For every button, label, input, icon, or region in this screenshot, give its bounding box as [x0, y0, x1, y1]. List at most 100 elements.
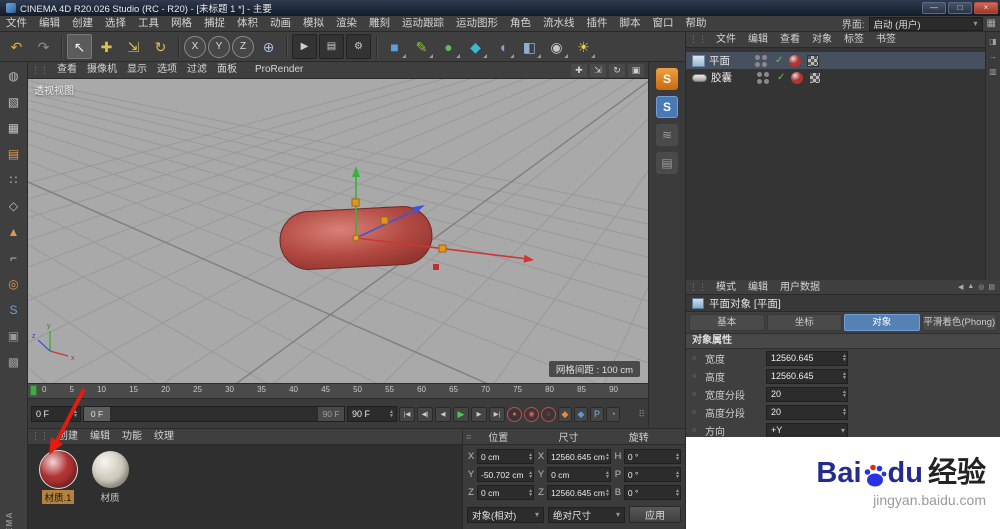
close-button[interactable]: × [974, 2, 998, 14]
gizmo-bank-handle[interactable] [433, 264, 439, 270]
object-menu-item[interactable]: 查看 [774, 32, 806, 47]
coordinate-input[interactable]: 0 ° ▲ ▼ [623, 485, 681, 500]
enable-check-icon[interactable]: ✓ [775, 55, 783, 66]
undo-button[interactable]: ↶ [4, 34, 29, 59]
menu-item[interactable]: 窗口 [647, 16, 680, 31]
dock-panel-icon[interactable]: ▤ [656, 152, 678, 174]
menu-item[interactable]: 体积 [231, 16, 264, 31]
add-spline-button[interactable]: ✎ [409, 34, 434, 59]
menu-item[interactable]: 选择 [99, 16, 132, 31]
current-frame-marker[interactable] [30, 385, 37, 396]
panel-options-icon[interactable]: ▤ [988, 283, 995, 291]
viewport-menu-item[interactable]: 过滤 [182, 62, 212, 78]
edges-mode-icon[interactable]: ◇ [2, 194, 26, 218]
texture-mode-icon[interactable]: ▦ [2, 116, 26, 140]
pan-view-icon[interactable]: ✚ [571, 63, 587, 77]
keyframe-pla-toggle[interactable]: ◔ [606, 406, 620, 422]
material-preview[interactable] [38, 450, 78, 489]
interface-dropdown[interactable]: 启动 (用户) ▾ [868, 16, 983, 31]
material-menu-item[interactable]: 编辑 [84, 429, 116, 444]
attribute-menu-item[interactable]: 用户数据 [774, 280, 826, 295]
toolbar-separator[interactable] [373, 34, 380, 59]
add-primitive-button[interactable]: ■ [382, 34, 407, 59]
zoom-view-icon[interactable]: ⇲ [590, 63, 606, 77]
menu-item[interactable]: 捕捉 [198, 16, 231, 31]
object-menu-item[interactable]: 书签 [870, 32, 902, 47]
gizmo-y-handle[interactable] [351, 198, 360, 207]
nav-up-icon[interactable]: ▲ [967, 283, 974, 291]
keyframe-circle-icon[interactable]: ○ [692, 355, 700, 362]
visibility-toggles[interactable] [757, 71, 769, 84]
menu-item[interactable]: 流水线 [537, 16, 581, 31]
end-frame-input[interactable]: 90 F ▲ ▼ [347, 406, 397, 422]
toolbar-separator[interactable] [175, 34, 182, 59]
minimize-button[interactable]: — [922, 2, 946, 14]
stepper-icon[interactable]: ▲ ▼ [842, 408, 847, 417]
coordinate-input[interactable]: 12560.645 cm ▲ ▼ [547, 449, 611, 464]
coordinate-input[interactable]: 0 cm ▲ ▼ [547, 467, 611, 482]
palette-grip[interactable]: ⠿ [638, 409, 645, 420]
gizmo-origin-handle[interactable] [352, 234, 360, 242]
object-row[interactable]: 平面 ✓ [686, 52, 1000, 69]
solo-mode-icon[interactable]: ◎ [2, 272, 26, 296]
coordinate-system-button[interactable]: ⊕ [256, 34, 281, 59]
material-tag-icon[interactable] [791, 71, 804, 84]
menu-item[interactable]: 脚本 [614, 16, 647, 31]
attribute-menu-item[interactable]: 编辑 [742, 280, 774, 295]
stepper-icon[interactable]: ▲ ▼ [605, 452, 610, 461]
play-button[interactable]: ▶ [453, 406, 469, 422]
view-label[interactable]: 透视视图 [34, 82, 74, 97]
dock-toggle-icon[interactable]: ◨ [988, 36, 999, 47]
panel-grip[interactable]: ⋮⋮ [28, 431, 52, 442]
object-menu-item[interactable]: 编辑 [742, 32, 774, 47]
panel-grip[interactable]: ⋮⋮ [28, 65, 52, 76]
menu-item[interactable]: 帮助 [680, 16, 713, 31]
object-menu-item[interactable]: 对象 [806, 32, 838, 47]
stepper-icon[interactable]: ▲ ▼ [842, 390, 847, 399]
coordinate-input[interactable]: 0 ° ▲ ▼ [623, 467, 681, 482]
workplane-mode-icon[interactable]: ▤ [2, 142, 26, 166]
keyframe-scale-toggle[interactable]: ◆ [574, 406, 588, 422]
object-menu-item[interactable]: 文件 [710, 32, 742, 47]
material-menu-item[interactable]: 创建 [52, 429, 84, 444]
stepper-icon[interactable]: ▲ ▼ [675, 452, 680, 461]
keyframe-parameter-toggle[interactable]: P [590, 406, 604, 422]
object-name[interactable]: 平面 [709, 53, 751, 68]
timeline-range-slider[interactable]: 0 F 90 F [83, 406, 345, 422]
polygons-mode-icon[interactable]: ▲ [2, 220, 26, 244]
toggle-view-icon[interactable]: ▣ [628, 63, 644, 77]
keyframe-circle-icon[interactable]: ○ [692, 373, 700, 380]
viewport-menu-item[interactable]: 查看 [52, 62, 82, 78]
material-menu-item[interactable]: 功能 [116, 429, 148, 444]
menu-item[interactable]: 渲染 [330, 16, 363, 31]
toolbar-separator[interactable] [283, 34, 290, 59]
menu-item[interactable]: 模拟 [297, 16, 330, 31]
material-item[interactable]: 材质 [88, 451, 132, 504]
attribute-tab[interactable]: 基本 [689, 314, 765, 331]
add-environment-button[interactable]: ◧ [517, 34, 542, 59]
coordinate-input[interactable]: 0 cm ▲ ▼ [477, 485, 535, 500]
viewport-menu-item[interactable]: 摄像机 [82, 62, 122, 78]
dock-grid-icon[interactable]: ▥ [988, 66, 999, 77]
timeline-ruler[interactable]: 0 5 10 15 20 25 30 35 40 45 50 55 60 65 70 75 80 85 90 [28, 384, 648, 399]
attribute-menu-item[interactable]: 模式 [710, 280, 742, 295]
render-picture-viewer-button[interactable]: ▤ [319, 34, 344, 59]
stepper-icon[interactable]: ▲ ▼ [842, 372, 847, 381]
attribute-tab[interactable]: 对象 [844, 314, 920, 331]
keyframe-position-toggle[interactable]: ◆ [558, 406, 572, 422]
range-end-handle[interactable]: 90 F [318, 407, 344, 421]
menu-item[interactable]: 运动跟踪 [396, 16, 450, 31]
dock-layers-icon[interactable]: ≋ [656, 124, 678, 146]
menu-item[interactable]: 创建 [66, 16, 99, 31]
uvw-tag-icon[interactable] [809, 71, 822, 84]
add-camera-button[interactable]: ◉ [544, 34, 569, 59]
viewport-canvas[interactable]: x y z 透视视图 网格间距 : 100 cm [28, 79, 648, 383]
menu-item[interactable]: 雕刻 [363, 16, 396, 31]
z-axis-lock-button[interactable]: Z [232, 35, 254, 58]
menu-item[interactable]: 网格 [165, 16, 198, 31]
attribute-tab[interactable]: 坐标 [766, 314, 842, 331]
move-tool-button[interactable]: ✚ [94, 34, 119, 59]
keyframe-circle-icon[interactable]: ○ [692, 409, 700, 416]
attribute-input[interactable]: 20 ▲▼ ▾ [766, 404, 848, 420]
lock-workplane-icon[interactable]: ▣ [2, 324, 26, 348]
